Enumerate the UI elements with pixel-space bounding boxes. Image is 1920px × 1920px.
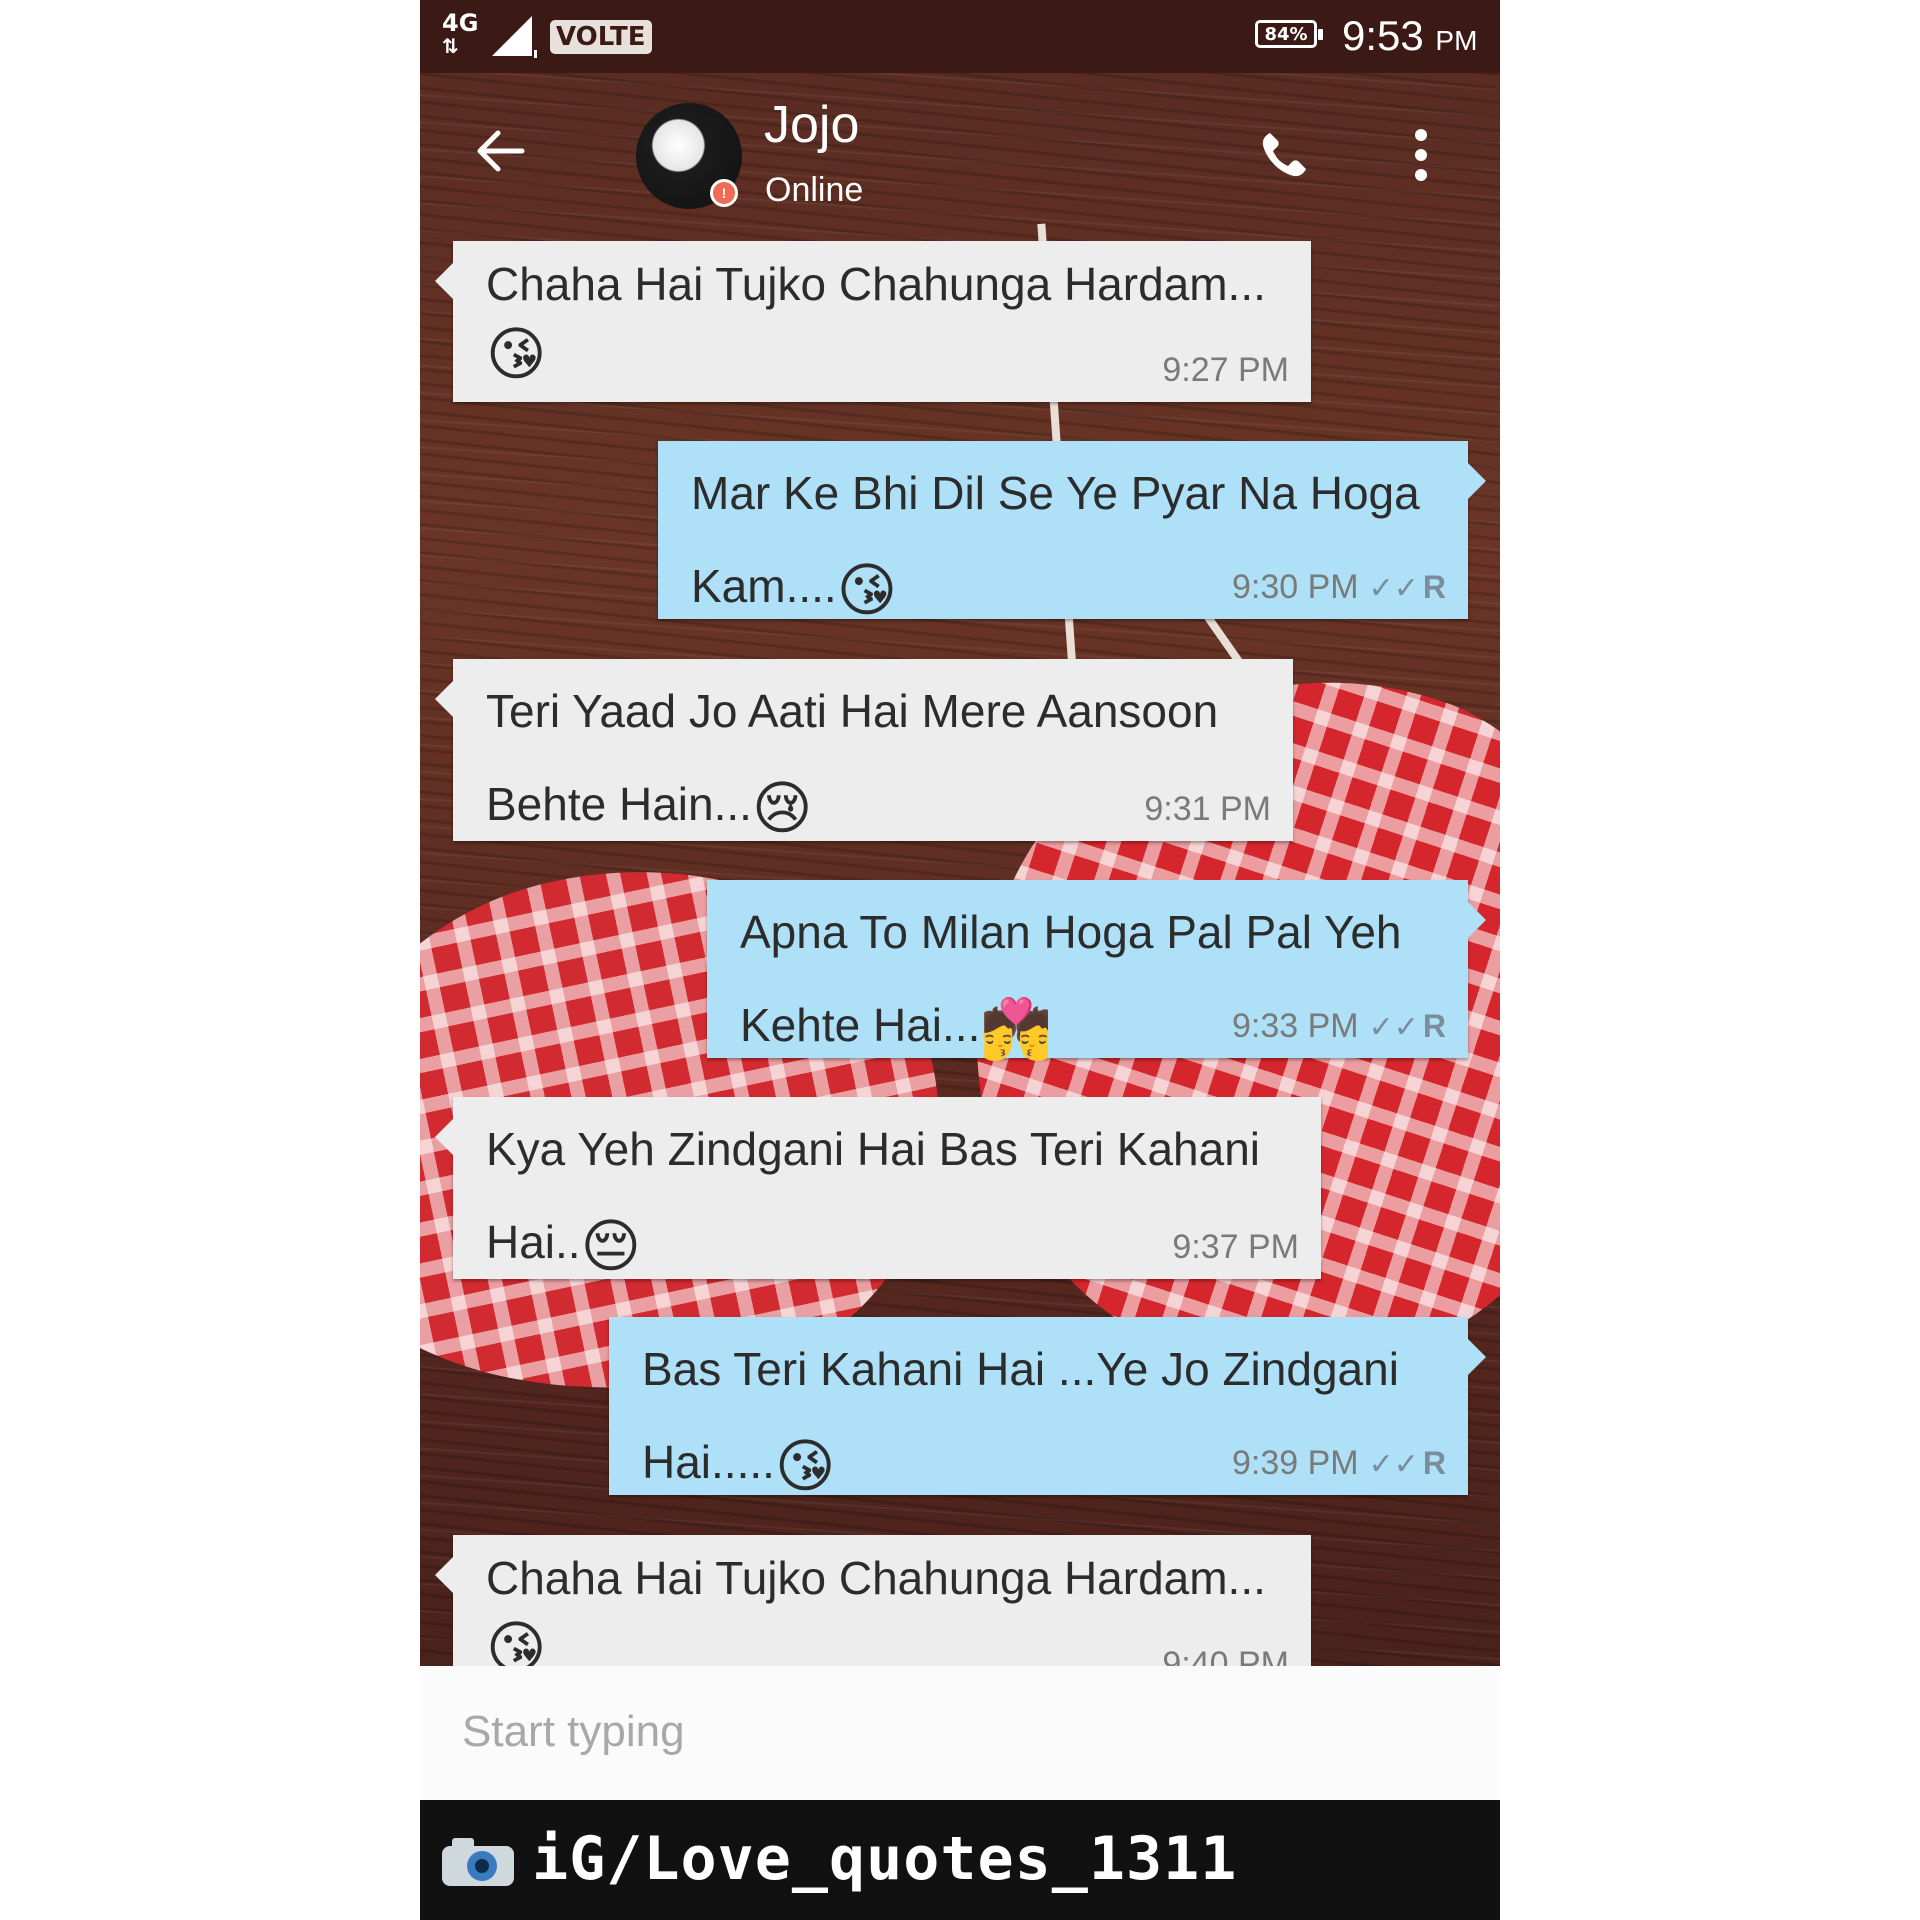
crying-emoji-icon: 😢	[751, 773, 813, 842]
message-incoming[interactable]: Kya Yeh Zindgani Hai Bas Teri Kahani Hai…	[435, 1097, 1321, 1280]
message-meta: 9:39 PM ✓✓ R	[1232, 1444, 1446, 1483]
more-vert-icon[interactable]	[1410, 127, 1432, 183]
phone-icon[interactable]	[1256, 127, 1312, 183]
message-incoming[interactable]: Chaha Hai Tujko Chahunga Hardam... 😘 9:27…	[435, 241, 1311, 402]
double-tick-icon: ✓✓	[1368, 1010, 1419, 1045]
message-time: 9:39 PM	[1231, 1444, 1359, 1482]
message-meta: 9:30 PM ✓✓ R	[1232, 568, 1446, 607]
status-time-ampm: PM	[1435, 25, 1478, 56]
read-mark: R	[1422, 1008, 1446, 1044]
kiss-emoji-icon: 😘	[486, 319, 547, 388]
message-incoming[interactable]: Teri Yaad Jo Aati Hai Mere Aansoon Behte…	[435, 659, 1293, 842]
contact-name[interactable]: Jojo	[764, 95, 859, 155]
read-mark: R	[1422, 1445, 1446, 1481]
message-composer	[420, 1666, 1500, 1800]
message-outgoing[interactable]: Bas Teri Kahani Hai ...Ye Jo Zindgani Ha…	[609, 1317, 1486, 1500]
message-time: 9:27 PM	[1162, 351, 1289, 389]
message-time: 9:37 PM	[1172, 1228, 1299, 1266]
couple-kiss-emoji-icon: 💏	[980, 994, 1053, 1063]
shield-badge-icon: !	[710, 179, 738, 207]
network-type: 4G ⇅	[442, 9, 479, 58]
kiss-emoji-icon: 😘	[836, 555, 898, 624]
kiss-emoji-icon: 😘	[774, 1431, 836, 1500]
status-time-value: 9:53	[1342, 12, 1424, 59]
phone-screen: 4G ⇅ VOLTE 84% 9:53 PM ! Jojo Online Cha…	[420, 0, 1500, 1920]
volte-badge: VOLTE	[550, 20, 652, 54]
double-tick-icon: ✓✓	[1368, 571, 1419, 606]
pensive-emoji-icon: 😔	[580, 1211, 642, 1280]
battery-icon: 84%	[1255, 20, 1323, 48]
read-mark: R	[1422, 569, 1446, 605]
message-input[interactable]	[460, 1696, 1444, 1768]
contact-status: Online	[765, 171, 864, 209]
chat-header: ! Jojo Online	[420, 73, 1500, 233]
message-time: 9:33 PM	[1231, 1007, 1359, 1045]
watermark-text: iG/Love_quotes_1311	[532, 1824, 1238, 1894]
message-outgoing[interactable]: Mar Ke Bhi Dil Se Ye Pyar Na Hoga Kam...…	[658, 441, 1486, 624]
message-time: 9:30 PM	[1231, 568, 1359, 606]
message-meta: 9:33 PM ✓✓ R	[1232, 1007, 1446, 1046]
signal-icon	[492, 16, 537, 58]
status-time: 9:53 PM	[1342, 10, 1477, 67]
back-arrow-icon[interactable]	[472, 123, 528, 179]
message-time: 9:31 PM	[1144, 790, 1271, 828]
double-tick-icon: ✓✓	[1368, 1447, 1419, 1482]
watermark-banner: iG/Love_quotes_1311	[420, 1800, 1500, 1920]
camera-icon	[442, 1838, 514, 1886]
status-bar: 4G ⇅ VOLTE 84% 9:53 PM	[420, 0, 1500, 73]
message-outgoing[interactable]: Apna To Milan Hoga Pal Pal Yeh Kehte Hai…	[707, 880, 1486, 1063]
